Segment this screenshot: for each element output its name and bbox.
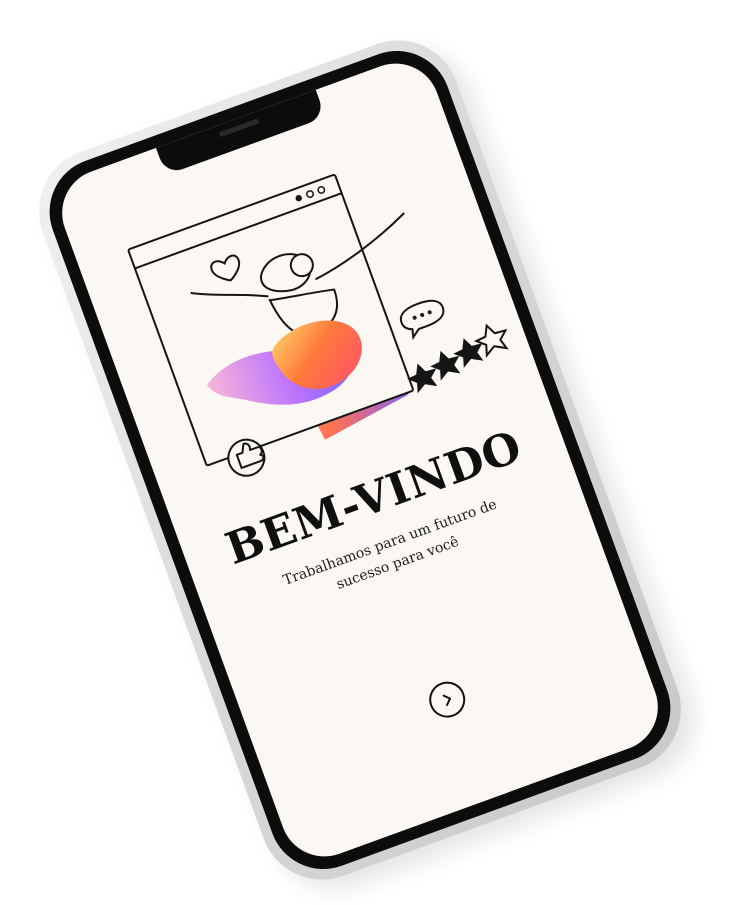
chat-bubble-icon bbox=[399, 299, 445, 341]
next-button[interactable] bbox=[424, 676, 471, 723]
phone-bezel: BEM-VINDO Trabalhamos para um futuro de … bbox=[34, 35, 686, 885]
phone-notch bbox=[155, 88, 326, 176]
speaker-grill bbox=[218, 118, 260, 138]
mockup-stage: BEM-VINDO Trabalhamos para um futuro de … bbox=[0, 0, 746, 905]
phone-screen: BEM-VINDO Trabalhamos para um futuro de … bbox=[49, 51, 671, 869]
star-outline-icon bbox=[473, 323, 509, 358]
chevron-right-icon bbox=[442, 694, 452, 707]
phone-device: BEM-VINDO Trabalhamos para um futuro de … bbox=[21, 22, 699, 898]
